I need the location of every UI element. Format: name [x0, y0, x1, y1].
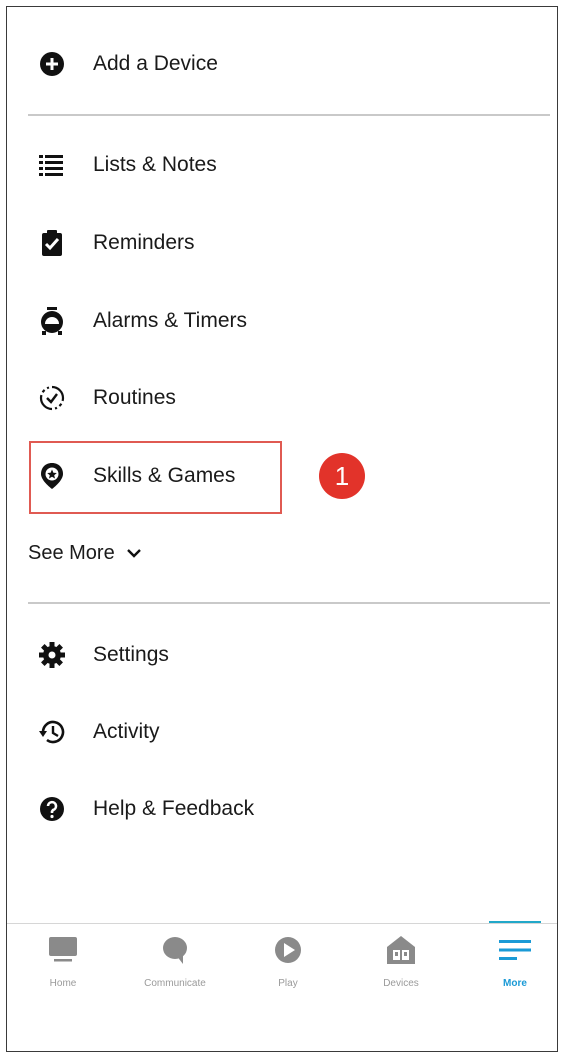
- home-icon: [48, 928, 78, 972]
- alarm-clock-icon: [36, 305, 68, 337]
- nav-communicate-label: Communicate: [144, 978, 206, 989]
- menu-item-lists-notes[interactable]: Lists & Notes: [30, 140, 217, 190]
- routine-check-icon: [36, 382, 68, 414]
- nav-devices[interactable]: Devices: [346, 928, 456, 1000]
- more-menu-icon: [499, 928, 531, 972]
- see-more-label: See More: [28, 541, 115, 564]
- menu-item-alarms-timers[interactable]: Alarms & Timers: [30, 296, 247, 346]
- menu-label-alarms-timers: Alarms & Timers: [93, 309, 248, 332]
- gear-icon: [36, 639, 68, 671]
- history-clock-icon: [36, 716, 68, 748]
- add-circle-icon: [36, 48, 68, 80]
- menu-item-settings[interactable]: Settings: [30, 630, 169, 680]
- nav-more[interactable]: More: [460, 928, 566, 1000]
- nav-devices-label: Devices: [383, 978, 419, 989]
- devices-icon: [386, 928, 416, 972]
- bottom-nav-bar: Home Communicate Play Devices More: [7, 923, 557, 1004]
- nav-more-label: More: [503, 978, 527, 989]
- menu-item-activity[interactable]: Activity: [30, 707, 160, 757]
- nav-play-label: Play: [278, 978, 298, 989]
- menu-item-reminders[interactable]: Reminders: [30, 218, 195, 268]
- menu-label-help-feedback: Help & Feedback: [93, 797, 255, 820]
- play-icon: [274, 928, 302, 972]
- menu-label-routines: Routines: [93, 386, 176, 409]
- menu-item-help-feedback[interactable]: Help & Feedback: [30, 784, 254, 834]
- communicate-icon: [161, 928, 189, 972]
- see-more-toggle[interactable]: See More: [28, 538, 141, 568]
- menu-label-reminders: Reminders: [93, 231, 195, 254]
- menu-label-add-device: Add a Device: [93, 52, 218, 75]
- nav-play[interactable]: Play: [233, 928, 343, 1000]
- chevron-down-icon: [126, 548, 141, 558]
- nav-home[interactable]: Home: [8, 928, 118, 1000]
- clipboard-check-icon: [36, 227, 68, 259]
- step-badge: 1: [319, 453, 365, 499]
- menu-label-lists-notes: Lists & Notes: [93, 153, 217, 176]
- divider: [28, 114, 550, 116]
- menu-label-activity: Activity: [93, 720, 160, 743]
- nav-home-label: Home: [49, 978, 77, 989]
- divider: [28, 602, 550, 604]
- menu-item-add-device[interactable]: Add a Device: [30, 39, 218, 89]
- help-question-icon: [36, 793, 68, 825]
- menu-item-routines[interactable]: Routines: [30, 373, 176, 423]
- list-icon: [36, 149, 68, 181]
- highlight-box: [29, 441, 282, 514]
- nav-communicate[interactable]: Communicate: [120, 928, 230, 1000]
- menu-label-settings: Settings: [93, 643, 169, 666]
